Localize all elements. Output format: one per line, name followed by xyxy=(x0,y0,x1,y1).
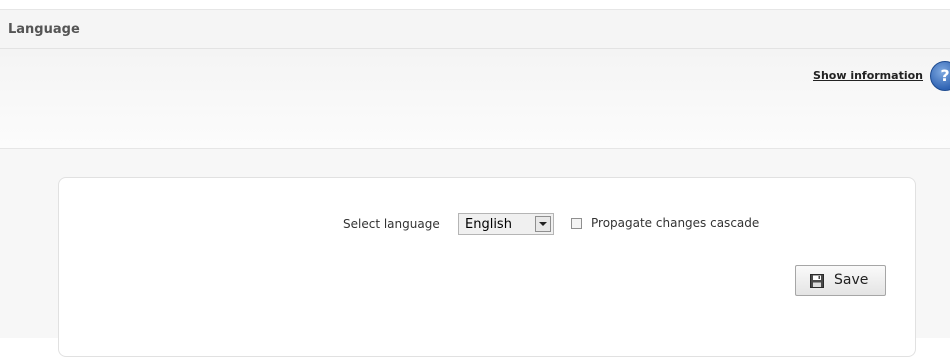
propagate-cascade-checkbox[interactable] xyxy=(571,218,582,229)
floppy-disk-icon xyxy=(810,274,824,288)
language-select-value: English xyxy=(465,217,512,232)
save-button-label: Save xyxy=(834,272,869,288)
chevron-down-icon[interactable] xyxy=(535,216,551,232)
show-information-link[interactable]: Show information xyxy=(813,69,923,82)
info-area: Show information ? xyxy=(0,49,950,149)
content-area: Select language English Propagate change… xyxy=(0,149,950,357)
language-select[interactable]: English xyxy=(458,213,554,235)
save-button[interactable]: Save xyxy=(795,265,886,296)
top-strip xyxy=(0,0,950,9)
propagate-cascade-label[interactable]: Propagate changes cascade xyxy=(591,216,759,230)
help-question-icon[interactable]: ? xyxy=(930,61,950,91)
title-bar: Language xyxy=(0,9,950,49)
select-language-label: Select language xyxy=(343,217,440,231)
language-form-panel: Select language English Propagate change… xyxy=(58,177,916,357)
page-title: Language xyxy=(8,22,80,37)
